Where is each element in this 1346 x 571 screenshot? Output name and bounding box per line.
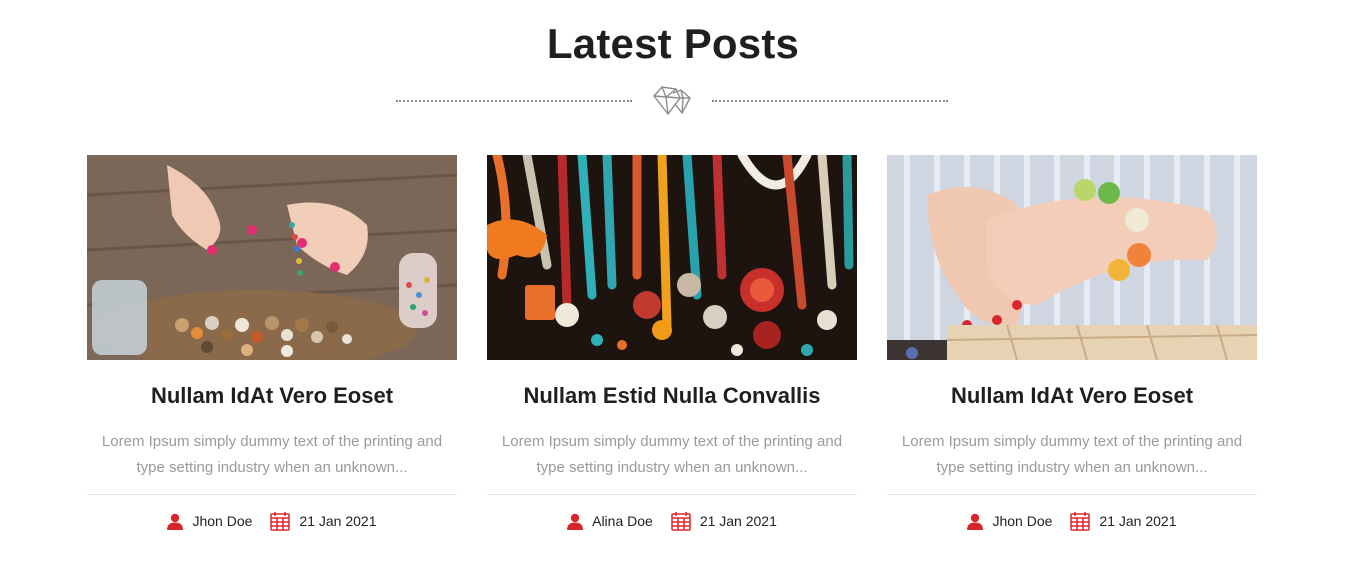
author-name: Alina Doe — [592, 513, 653, 529]
post-meta: Jhon Doe 21 Jan 2021 — [87, 510, 457, 532]
post-date: 21 Jan 2021 — [270, 511, 377, 531]
excerpt-line: Lorem Ipsum simply dummy text of the pri… — [501, 433, 843, 450]
post-excerpt: Lorem Ipsum simply dummy text of the pri… — [487, 429, 857, 481]
post-title[interactable]: Nullam IdAt Vero Eoset — [887, 383, 1257, 409]
date-text: 21 Jan 2021 — [1099, 513, 1177, 529]
excerpt-line: type setting industry when an unknown... — [536, 459, 808, 476]
excerpt-line: Lorem Ipsum simply dummy text of the pri… — [101, 433, 443, 450]
author-name: Jhon Doe — [192, 513, 253, 529]
divider-line-left — [396, 100, 632, 102]
post-excerpt: Lorem Ipsum simply dummy text of the pri… — [887, 429, 1257, 481]
post-card: Nullam Estid Nulla Convallis Lorem Ipsum… — [487, 155, 857, 545]
calendar-icon — [671, 512, 691, 531]
post-author[interactable]: Jhon Doe — [167, 513, 252, 530]
post-card: Nullam IdAt Vero Eoset Lorem Ipsum simpl… — [87, 155, 457, 545]
post-date: 21 Jan 2021 — [671, 511, 777, 531]
divider-line-right — [712, 100, 948, 102]
user-icon — [167, 513, 184, 530]
post-meta: Jhon Doe 21 Jan 2021 — [887, 510, 1257, 532]
post-excerpt: Lorem Ipsum simply dummy text of the pri… — [87, 429, 457, 481]
post-author[interactable]: Jhon Doe — [967, 513, 1052, 530]
title-divider — [396, 84, 948, 116]
post-card: Nullam IdAt Vero Eoset Lorem Ipsum simpl… — [887, 155, 1257, 545]
excerpt-line: type setting industry when an unknown... — [936, 459, 1208, 476]
user-icon — [967, 513, 984, 530]
excerpt-line: type setting industry when an unknown... — [136, 459, 408, 476]
post-date: 21 Jan 2021 — [1070, 511, 1177, 531]
post-title[interactable]: Nullam IdAt Vero Eoset — [87, 383, 457, 409]
date-text: 21 Jan 2021 — [699, 513, 777, 529]
post-author[interactable]: Alina Doe — [567, 513, 653, 530]
post-image[interactable] — [487, 155, 857, 360]
post-meta: Alina Doe 21 Jan 2021 — [487, 510, 857, 532]
calendar-icon — [270, 512, 291, 531]
post-divider — [87, 494, 457, 495]
post-image[interactable] — [887, 155, 1257, 360]
post-divider — [887, 494, 1257, 495]
post-image[interactable] — [87, 155, 457, 360]
excerpt-line: Lorem Ipsum simply dummy text of the pri… — [901, 433, 1243, 450]
post-divider — [487, 494, 857, 495]
author-name: Jhon Doe — [992, 513, 1053, 529]
date-text: 21 Jan 2021 — [299, 513, 377, 529]
post-title[interactable]: Nullam Estid Nulla Convallis — [487, 383, 857, 409]
section-title: Latest Posts — [546, 20, 800, 67]
calendar-icon — [1070, 512, 1091, 531]
diamond-icon — [651, 84, 693, 116]
user-icon — [567, 513, 584, 530]
